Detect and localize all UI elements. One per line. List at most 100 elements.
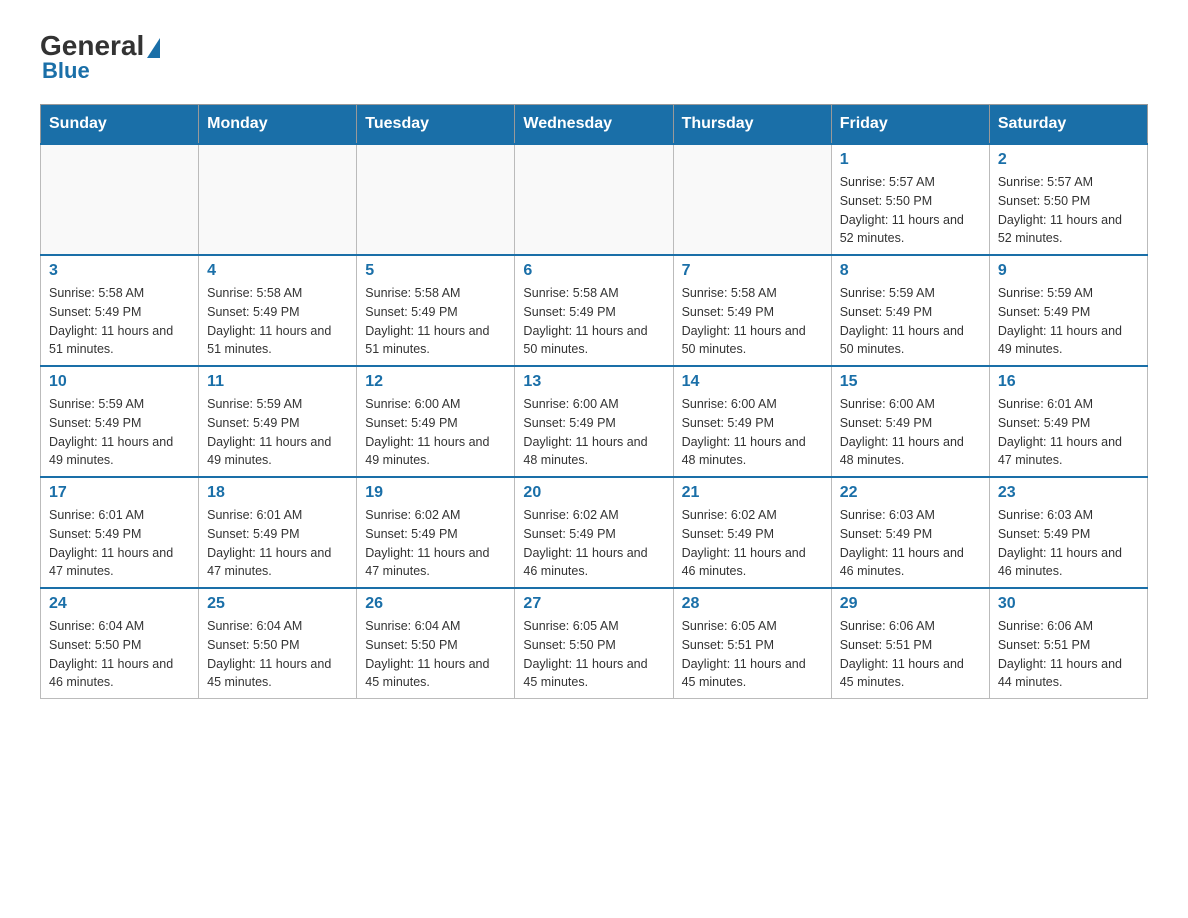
day-info: Sunrise: 6:06 AMSunset: 5:51 PMDaylight:… [840,617,981,692]
logo-blue-word: Blue [42,58,90,83]
day-number: 27 [523,595,664,613]
day-number: 22 [840,484,981,502]
calendar-day-cell: 7Sunrise: 5:58 AMSunset: 5:49 PMDaylight… [673,255,831,366]
day-info: Sunrise: 6:03 AMSunset: 5:49 PMDaylight:… [998,506,1139,581]
calendar-day-cell: 17Sunrise: 6:01 AMSunset: 5:49 PMDayligh… [41,477,199,588]
calendar-day-cell: 13Sunrise: 6:00 AMSunset: 5:49 PMDayligh… [515,366,673,477]
calendar-week-row: 3 Sunrise: 5:58 AMSunset: 5:49 PMDaylight… [41,255,1148,366]
day-number: 20 [523,484,664,502]
calendar-day-cell: 18 Sunrise: 6:01 AMSunset: 5:49 PMDayligh… [199,477,357,588]
calendar-week-row: 17 Sunrise: 6:01 AMSunset: 5:49 PMDayligh… [41,477,1148,588]
calendar-day-cell: 19 Sunrise: 6:02 AMSunset: 5:49 PMDayligh… [357,477,515,588]
day-info: Sunrise: 6:00 AMSunset: 5:49 PMDaylight:… [682,395,823,470]
day-info: Sunrise: 6:00 AMSunset: 5:49 PMDaylight:… [840,395,981,470]
day-number: 8 [840,262,981,280]
day-number: 24 [49,595,190,613]
day-info: Sunrise: 5:57 AMSunset: 5:50 PMDaylight:… [840,173,981,248]
day-number: 9 [998,262,1139,280]
day-info: Sunrise: 6:01 AMSunset: 5:49 PMDaylight:… [207,506,348,581]
day-info: Sunrise: 5:59 AMSunset: 5:49 PMDaylight:… [840,284,981,359]
day-number: 2 [998,151,1139,169]
logo-bottom: Blue [40,58,90,84]
calendar-day-cell: 23 Sunrise: 6:03 AMSunset: 5:49 PMDayligh… [989,477,1147,588]
day-number: 10 [49,373,190,391]
calendar-day-cell: 2 Sunrise: 5:57 AMSunset: 5:50 PMDaylight… [989,144,1147,255]
day-number: 12 [365,373,506,391]
day-number: 16 [998,373,1139,391]
calendar-day-cell: 16 Sunrise: 6:01 AMSunset: 5:49 PMDayligh… [989,366,1147,477]
calendar-day-cell: 21Sunrise: 6:02 AMSunset: 5:49 PMDayligh… [673,477,831,588]
day-info: Sunrise: 5:58 AMSunset: 5:49 PMDaylight:… [365,284,506,359]
calendar-day-cell: 24 Sunrise: 6:04 AMSunset: 5:50 PMDayligh… [41,588,199,699]
calendar-day-cell: 28 Sunrise: 6:05 AMSunset: 5:51 PMDayligh… [673,588,831,699]
day-number: 18 [207,484,348,502]
calendar-week-row: 1 Sunrise: 5:57 AMSunset: 5:50 PMDaylight… [41,144,1148,255]
day-info: Sunrise: 5:59 AMSunset: 5:49 PMDaylight:… [207,395,348,470]
day-number: 29 [840,595,981,613]
day-info: Sunrise: 6:05 AMSunset: 5:51 PMDaylight:… [682,617,823,692]
logo-triangle-icon [147,38,160,58]
calendar-day-cell: 9Sunrise: 5:59 AMSunset: 5:49 PMDaylight… [989,255,1147,366]
calendar-week-row: 10 Sunrise: 5:59 AMSunset: 5:49 PMDayligh… [41,366,1148,477]
calendar-day-cell: 11 Sunrise: 5:59 AMSunset: 5:49 PMDayligh… [199,366,357,477]
calendar-day-cell [41,144,199,255]
calendar-day-header: Sunday [41,105,199,145]
day-number: 6 [523,262,664,280]
day-info: Sunrise: 5:58 AMSunset: 5:49 PMDaylight:… [49,284,190,359]
day-number: 19 [365,484,506,502]
calendar-day-cell: 20 Sunrise: 6:02 AMSunset: 5:49 PMDayligh… [515,477,673,588]
day-info: Sunrise: 6:06 AMSunset: 5:51 PMDaylight:… [998,617,1139,692]
calendar-day-header: Friday [831,105,989,145]
calendar-day-cell: 22 Sunrise: 6:03 AMSunset: 5:49 PMDayligh… [831,477,989,588]
calendar-day-cell: 12Sunrise: 6:00 AMSunset: 5:49 PMDayligh… [357,366,515,477]
day-number: 28 [682,595,823,613]
calendar-day-cell: 14 Sunrise: 6:00 AMSunset: 5:49 PMDayligh… [673,366,831,477]
day-number: 23 [998,484,1139,502]
calendar-day-cell [673,144,831,255]
day-info: Sunrise: 6:04 AMSunset: 5:50 PMDaylight:… [207,617,348,692]
day-number: 13 [523,373,664,391]
day-info: Sunrise: 6:05 AMSunset: 5:50 PMDaylight:… [523,617,664,692]
day-info: Sunrise: 6:01 AMSunset: 5:49 PMDaylight:… [998,395,1139,470]
day-number: 17 [49,484,190,502]
day-info: Sunrise: 6:02 AMSunset: 5:49 PMDaylight:… [365,506,506,581]
calendar-day-cell: 29 Sunrise: 6:06 AMSunset: 5:51 PMDayligh… [831,588,989,699]
calendar-day-header: Thursday [673,105,831,145]
day-info: Sunrise: 6:04 AMSunset: 5:50 PMDaylight:… [365,617,506,692]
calendar-table: SundayMondayTuesdayWednesdayThursdayFrid… [40,104,1148,699]
calendar-day-cell: 4Sunrise: 5:58 AMSunset: 5:49 PMDaylight… [199,255,357,366]
day-info: Sunrise: 5:57 AMSunset: 5:50 PMDaylight:… [998,173,1139,248]
day-number: 3 [49,262,190,280]
day-info: Sunrise: 6:03 AMSunset: 5:49 PMDaylight:… [840,506,981,581]
day-info: Sunrise: 5:58 AMSunset: 5:49 PMDaylight:… [682,284,823,359]
calendar-day-cell: 1 Sunrise: 5:57 AMSunset: 5:50 PMDaylight… [831,144,989,255]
day-number: 11 [207,373,348,391]
day-number: 30 [998,595,1139,613]
day-number: 21 [682,484,823,502]
day-info: Sunrise: 5:59 AMSunset: 5:49 PMDaylight:… [49,395,190,470]
calendar-day-header: Monday [199,105,357,145]
day-number: 25 [207,595,348,613]
day-info: Sunrise: 6:04 AMSunset: 5:50 PMDaylight:… [49,617,190,692]
calendar-day-cell: 6 Sunrise: 5:58 AMSunset: 5:49 PMDaylight… [515,255,673,366]
calendar-header-row: SundayMondayTuesdayWednesdayThursdayFrid… [41,105,1148,145]
calendar-day-cell: 3 Sunrise: 5:58 AMSunset: 5:49 PMDaylight… [41,255,199,366]
calendar-day-cell: 27 Sunrise: 6:05 AMSunset: 5:50 PMDayligh… [515,588,673,699]
calendar-day-cell [515,144,673,255]
calendar-day-cell [357,144,515,255]
calendar-week-row: 24 Sunrise: 6:04 AMSunset: 5:50 PMDayligh… [41,588,1148,699]
calendar-day-cell [199,144,357,255]
day-number: 1 [840,151,981,169]
calendar-day-cell: 5 Sunrise: 5:58 AMSunset: 5:49 PMDaylight… [357,255,515,366]
page-header: General Blue [40,30,1148,84]
day-number: 14 [682,373,823,391]
day-number: 5 [365,262,506,280]
day-number: 26 [365,595,506,613]
day-info: Sunrise: 6:02 AMSunset: 5:49 PMDaylight:… [523,506,664,581]
day-info: Sunrise: 5:58 AMSunset: 5:49 PMDaylight:… [207,284,348,359]
calendar-day-header: Tuesday [357,105,515,145]
calendar-day-cell: 15Sunrise: 6:00 AMSunset: 5:49 PMDayligh… [831,366,989,477]
calendar-day-cell: 8 Sunrise: 5:59 AMSunset: 5:49 PMDaylight… [831,255,989,366]
calendar-day-header: Saturday [989,105,1147,145]
day-info: Sunrise: 5:58 AMSunset: 5:49 PMDaylight:… [523,284,664,359]
